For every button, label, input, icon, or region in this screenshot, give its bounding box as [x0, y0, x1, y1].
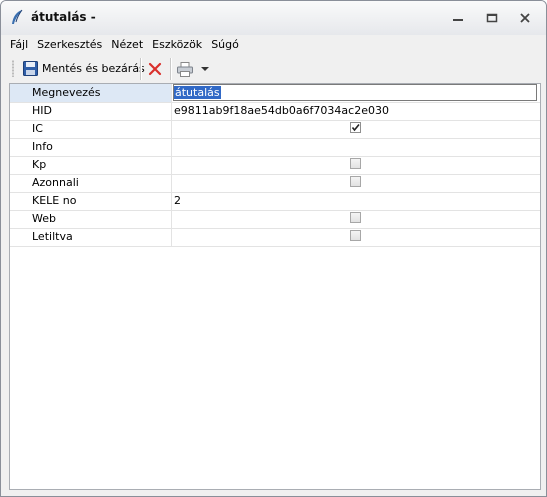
grid-row-label: Letiltva: [10, 228, 172, 246]
menu-view[interactable]: Nézet: [111, 38, 143, 51]
print-button[interactable]: [174, 58, 196, 80]
grid-row-kele-no[interactable]: KELE no 2: [10, 192, 540, 211]
name-input[interactable]: átutalás: [173, 84, 537, 101]
grid-row-kp[interactable]: Kp: [10, 156, 540, 175]
toolbar-separator: [170, 58, 172, 80]
grid-row-label: Info: [10, 138, 172, 156]
grid-row-label: Azonnali: [10, 174, 172, 192]
save-and-close-button[interactable]: Mentés és bezárás: [21, 58, 147, 78]
app-window: átutalás - Fájl Szerkesztés Nézet Eszköz…: [0, 0, 547, 497]
grid-row-label: Web: [10, 210, 172, 228]
grid-row-label: HID: [10, 102, 172, 120]
info-value[interactable]: [173, 138, 539, 156]
grid-row-label: KELE no: [10, 192, 172, 210]
azonnali-checkbox[interactable]: [350, 176, 361, 187]
toolbar-grip[interactable]: [12, 60, 14, 77]
grid-row-label: Kp: [10, 156, 172, 174]
floppy-disk-icon: [23, 60, 38, 76]
menu-edit[interactable]: Szerkesztés: [37, 38, 102, 51]
web-checkbox[interactable]: [350, 212, 361, 223]
menu-help[interactable]: Súgó: [211, 38, 239, 51]
red-x-icon: [148, 62, 162, 76]
ic-checkbox[interactable]: [350, 122, 361, 133]
minimize-button[interactable]: [445, 9, 471, 27]
toolbar-separator: [140, 58, 142, 80]
print-dropdown-button[interactable]: [197, 58, 213, 80]
grid-row-label: IC: [10, 120, 172, 138]
checkmark-icon: [351, 123, 360, 132]
grid-row-azonnali[interactable]: Azonnali: [10, 174, 540, 193]
save-label: Mentés és bezárás: [42, 61, 145, 75]
kp-checkbox[interactable]: [350, 158, 361, 169]
grid-row-ic[interactable]: IC: [10, 120, 540, 139]
grid-row-megnevezes[interactable]: Megnevezés átutalás: [10, 84, 540, 103]
property-grid: Megnevezés átutalás HID e9811ab9f18ae54d…: [9, 83, 541, 490]
title-bar[interactable]: átutalás -: [1, 1, 546, 35]
menu-bar: Fájl Szerkesztés Nézet Eszközök Súgó: [1, 35, 546, 53]
grid-row-hid[interactable]: HID e9811ab9f18ae54db0a6f7034ac2e030: [10, 102, 540, 121]
printer-icon: [177, 61, 193, 77]
menu-tools[interactable]: Eszközök: [152, 38, 202, 51]
window-title: átutalás -: [31, 10, 96, 24]
menu-file[interactable]: Fájl: [10, 38, 28, 51]
close-button[interactable]: [512, 9, 538, 27]
hid-value[interactable]: e9811ab9f18ae54db0a6f7034ac2e030: [173, 102, 539, 120]
kele-no-value[interactable]: 2: [173, 192, 539, 210]
grid-row-letiltva[interactable]: Letiltva: [10, 228, 540, 247]
letiltva-checkbox[interactable]: [350, 230, 361, 241]
grid-row-label: Megnevezés: [10, 84, 172, 102]
delete-button[interactable]: [144, 58, 166, 80]
feather-icon: [12, 9, 23, 24]
grid-row-web[interactable]: Web: [10, 210, 540, 229]
chevron-down-icon: [201, 66, 209, 71]
maximize-button[interactable]: [479, 9, 505, 27]
grid-row-info[interactable]: Info: [10, 138, 540, 157]
